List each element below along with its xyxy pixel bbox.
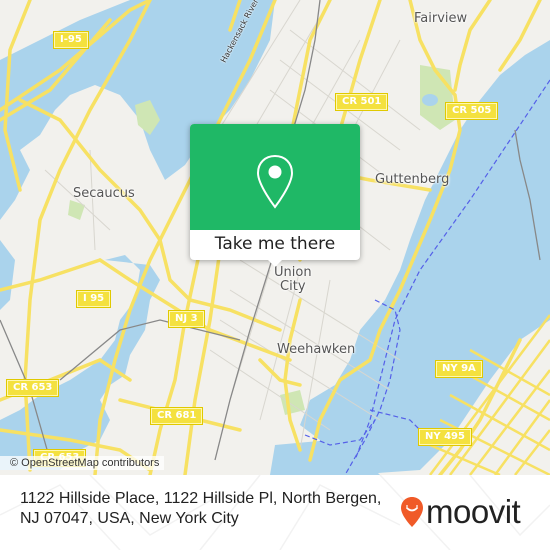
place-label-weehawken: Weehawken — [277, 342, 356, 357]
map[interactable]: Fairview Secaucus Guttenberg Union City … — [0, 0, 550, 475]
place-label-fairview: Fairview — [414, 11, 468, 26]
route-shield-cr-653: CR 653 — [5, 379, 60, 397]
place-label-guttenberg: Guttenberg — [375, 172, 450, 187]
moovit-wordmark: moovit — [426, 493, 521, 530]
take-me-there-button[interactable]: Take me there — [190, 230, 360, 260]
route-shield-ny-495: NY 495 — [418, 428, 472, 446]
route-shield-cr-505: CR 505 — [444, 102, 499, 120]
moovit-pin-icon — [401, 497, 423, 527]
address-text: 1122 Hillside Place, 1122 Hillside Pl, N… — [20, 490, 382, 527]
water-marsh-small — [0, 240, 15, 310]
place-label-secaucus: Secaucus — [73, 186, 135, 201]
route-shield-i-95: I-95 — [53, 31, 89, 49]
route-shield-cr-501: CR 501 — [334, 93, 389, 111]
map-pin-icon — [256, 154, 294, 209]
footer: 1122 Hillside Place, 1122 Hillside Pl, N… — [0, 475, 550, 550]
popup-tail — [266, 258, 284, 267]
popup-header — [190, 124, 360, 230]
route-shield-i-95-south: I 95 — [75, 290, 112, 308]
route-shield-nj-3: NJ 3 — [168, 310, 205, 328]
place-label-union-city: Union City — [274, 265, 312, 294]
water-west-edge — [0, 140, 30, 220]
pond-fairview — [422, 94, 438, 106]
route-shield-cr-681: CR 681 — [149, 407, 204, 425]
map-attribution[interactable]: © OpenStreetMap contributors — [0, 456, 165, 470]
location-popup: Take me there — [190, 124, 360, 267]
moovit-logo[interactable]: moovit — [400, 493, 521, 530]
park-west — [68, 200, 85, 220]
route-shield-ny-9a: NY 9A — [435, 360, 483, 378]
